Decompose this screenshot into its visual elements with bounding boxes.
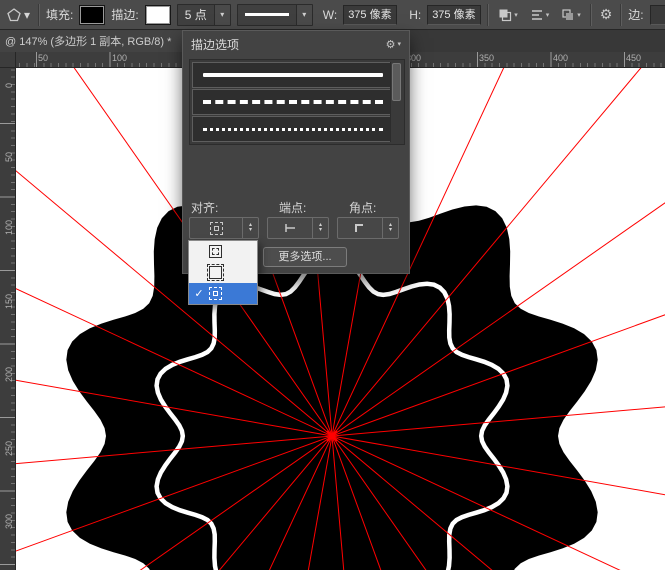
stroke-swatch[interactable] [145,5,171,25]
align-inside-icon [209,245,222,258]
chevron-down-icon: ▾ [397,40,401,48]
document-tab[interactable]: @ 147% (多边形 1 副本, RGB/8) * [0,30,184,52]
tool-preset-button[interactable]: ▾ [4,7,32,23]
path-operations-button[interactable]: ▾ [495,4,521,26]
ruler-label: 250 [4,441,14,456]
chevron-down-icon: ▾ [546,11,550,19]
align-combo[interactable]: ▴▾ [189,217,259,239]
ruler-label: 50 [38,53,48,63]
width-field[interactable]: 375 像素 [343,5,397,25]
caps-label: 端点: [279,199,306,216]
stroke-style-option-dotted[interactable] [192,116,402,142]
stroke-width-value: 5 点 [178,6,214,23]
check-icon: ✓ [194,287,204,300]
corners-label: 角点: [349,199,376,216]
more-options-button[interactable]: 更多选项... [263,247,347,267]
photoshop-window: ▾ 填充: 描边: 5 点 ▾ ▾ W: 375 像素 H: 375 像素 [0,0,665,570]
chevron-down-icon[interactable]: ▾ [296,5,312,25]
document-title: @ 147% (多边形 1 副本, RGB/8) * [5,33,171,49]
dotted-line-preview [203,128,383,131]
solid-line-preview [203,73,383,77]
stroke-style-option-dashed[interactable] [192,89,402,115]
sides-field[interactable] [650,5,665,25]
caps-combo[interactable]: ▴▾ [267,217,329,239]
gear-icon[interactable]: ⚙ [598,6,615,23]
height-field[interactable]: 375 像素 [427,5,481,25]
gear-icon: ⚙ [386,38,396,51]
stroke-style-option-solid[interactable] [192,62,402,88]
butt-cap-icon [268,223,312,233]
stroke-options-panel: 描边选项 ⚙ ▾ 对齐: 端点: 角点: ▴▾ [182,30,410,274]
stroke-style-combo[interactable]: ▾ [237,4,313,26]
ruler-label: 50 [4,152,14,162]
height-label: H: [409,8,421,22]
ruler-label: 150 [4,294,14,309]
align-option-inside[interactable] [189,241,257,262]
fill-label: 填充: [46,6,73,23]
chevron-down-icon: ▾ [514,11,518,19]
corners-combo[interactable]: ▴▾ [337,217,399,239]
divider [487,4,489,26]
dashed-line-preview [203,100,383,104]
align-option-outside[interactable]: ✓ [189,283,257,304]
ruler-label: 200 [4,367,14,382]
chevron-down-icon: ▾ [24,8,30,22]
stepper-arrows-icon[interactable]: ▴▾ [312,218,328,238]
path-arrangement-button[interactable]: ▾ [558,4,584,26]
align-outside-icon [209,287,222,300]
ruler-label: 450 [626,53,641,63]
align-label: 对齐: [191,199,218,216]
align-outside-icon [190,222,242,235]
ruler-label: 0 [4,83,14,88]
vertical-ruler: 0 50 100 150 200 250 300 [0,68,16,570]
divider [620,4,622,26]
polygon-tool-icon [6,7,22,23]
align-option-center[interactable] [189,262,257,283]
stepper-arrows-icon[interactable]: ▴▾ [242,218,258,238]
panel-title: 描边选项 [191,36,239,53]
fill-swatch[interactable] [79,5,105,25]
stroke-style-list [189,59,405,145]
ruler-label: 100 [4,220,14,235]
panel-menu-button[interactable]: ⚙ ▾ [386,38,401,51]
divider [38,4,40,26]
stroke-label: 描边: [111,6,138,23]
scrollbar-thumb[interactable] [392,63,401,101]
path-alignment-icon [530,8,544,22]
ruler-major-ticks [0,68,15,570]
stepper-arrows-icon[interactable]: ▴▾ [382,218,398,238]
ruler-label: 100 [112,53,127,63]
panel-header: 描边选项 ⚙ ▾ [183,31,409,57]
align-center-icon [209,266,222,279]
chevron-down-icon: ▾ [577,11,581,19]
ruler-label: 300 [4,514,14,529]
chevron-down-icon[interactable]: ▾ [214,5,230,25]
scrollbar[interactable] [390,62,402,142]
ruler-corner [0,52,16,68]
miter-corner-icon [338,222,382,234]
path-arrangement-icon [561,8,575,22]
path-operations-icon [498,8,512,22]
width-label: W: [323,8,337,22]
stroke-style-preview [245,13,289,16]
ruler-label: 350 [479,53,494,63]
align-dropdown-popup: ✓ [188,240,258,305]
divider [590,4,592,26]
path-alignment-button[interactable]: ▾ [527,4,553,26]
stroke-width-combo[interactable]: 5 点 ▾ [177,4,231,26]
sides-label: 边: [628,6,643,23]
ruler-label: 400 [553,53,568,63]
options-bar: ▾ 填充: 描边: 5 点 ▾ ▾ W: 375 像素 H: 375 像素 [0,0,665,30]
